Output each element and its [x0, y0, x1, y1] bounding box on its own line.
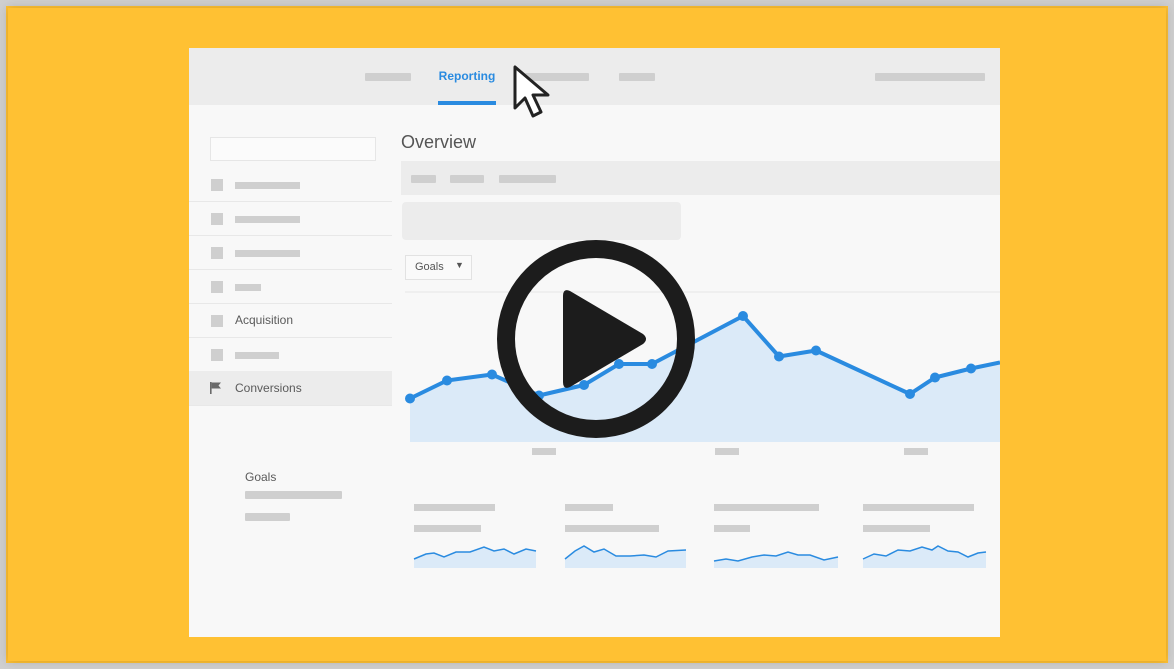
chart-point — [774, 351, 784, 362]
sidebar-subitem-placeholder-1[interactable] — [245, 491, 342, 499]
sidebar-item-conversions[interactable]: Conversions — [189, 371, 392, 406]
summary-card-4[interactable] — [862, 504, 987, 568]
sidebar-item-4[interactable] — [189, 269, 392, 304]
sidebar-search-input[interactable] — [210, 137, 376, 161]
sidebar-subitem-goals[interactable]: Goals — [245, 470, 276, 484]
summary-card-1[interactable] — [413, 504, 537, 568]
chart-point — [442, 375, 452, 386]
sidebar-item-acquisition[interactable]: Acquisition — [189, 303, 392, 338]
play-button[interactable] — [491, 234, 701, 444]
sparkline-area — [565, 546, 686, 568]
chart-point — [966, 363, 976, 374]
sidebar-item-label-placeholder — [235, 352, 279, 359]
summary-card-2[interactable] — [564, 504, 687, 568]
card-title-placeholder — [565, 504, 613, 511]
card-title-placeholder — [714, 504, 819, 511]
account-placeholder[interactable] — [875, 73, 985, 81]
sidebar-item-icon — [211, 247, 223, 259]
sidebar-item-label: Acquisition — [235, 313, 294, 327]
card-value-placeholder — [414, 525, 481, 532]
sidebar-item-6[interactable] — [189, 337, 392, 372]
sidebar-item-icon — [211, 213, 223, 225]
sidebar-item-label-placeholder — [235, 250, 300, 257]
sidebar-item-label-placeholder — [235, 182, 300, 189]
flag-icon — [210, 382, 221, 394]
cursor-icon — [513, 65, 550, 118]
sidebar-item-2[interactable] — [189, 201, 392, 236]
card-value-placeholder — [863, 525, 930, 532]
summary-card-3[interactable] — [713, 504, 839, 568]
chart-point — [905, 389, 915, 399]
tab-placeholder-1[interactable] — [365, 73, 411, 81]
x-tick-placeholder-1 — [532, 448, 556, 455]
sidebar-item-icon — [211, 281, 223, 293]
sidebar-item-icon — [211, 315, 223, 327]
sidebar-item-3[interactable] — [189, 235, 392, 270]
top-nav-bar: Reporting — [189, 48, 1000, 105]
card-title-placeholder — [414, 504, 495, 511]
sidebar-subitem-placeholder-2[interactable] — [245, 513, 290, 521]
x-tick-placeholder-2 — [715, 448, 739, 455]
card-title-placeholder — [863, 504, 974, 511]
play-icon — [563, 290, 646, 388]
chart-point — [405, 393, 415, 404]
sidebar-item-icon — [211, 179, 223, 191]
sidebar-item-label-placeholder — [235, 284, 261, 291]
tab-placeholder-3[interactable] — [619, 73, 655, 81]
card-value-placeholder — [714, 525, 750, 532]
sidebar-item-label-placeholder — [235, 216, 300, 223]
sidebar: Acquisition Conversions Goals — [189, 105, 392, 637]
card-value-placeholder — [565, 525, 659, 532]
chart-point — [811, 345, 821, 356]
tab-reporting[interactable]: Reporting — [438, 48, 496, 105]
sidebar-item-1[interactable] — [189, 167, 392, 202]
chart-point — [930, 372, 940, 383]
chart-point — [738, 311, 748, 321]
x-tick-placeholder-3 — [904, 448, 928, 455]
sidebar-item-icon — [211, 349, 223, 361]
sidebar-item-label: Conversions — [235, 381, 302, 395]
